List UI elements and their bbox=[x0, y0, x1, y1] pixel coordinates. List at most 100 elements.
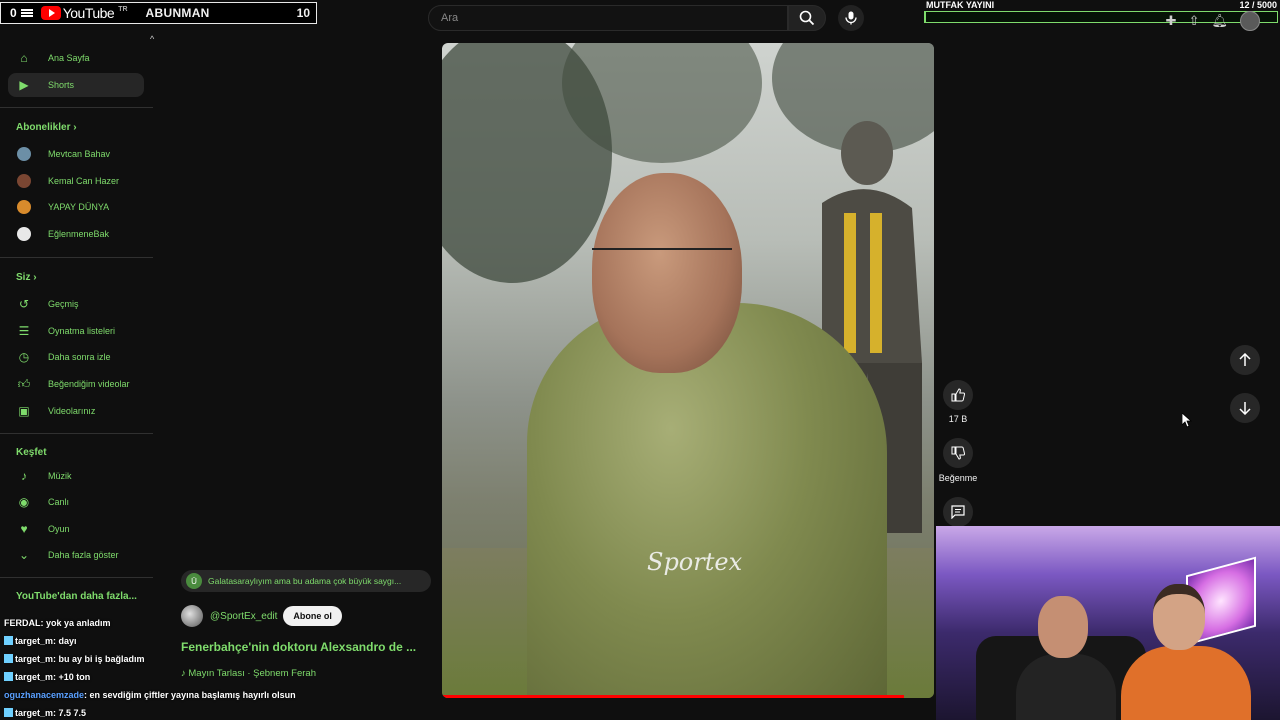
video-subject-glasses bbox=[592, 248, 732, 262]
comments-button[interactable] bbox=[943, 497, 973, 527]
next-short-button[interactable] bbox=[1230, 393, 1260, 423]
short-title[interactable]: Fenerbahçe'nin doktoru Alexsandro de ... bbox=[181, 640, 416, 654]
explore-heading: Keşfet bbox=[16, 447, 47, 458]
chat-text: : dayı bbox=[53, 636, 77, 646]
video-watermark: Sportex bbox=[647, 548, 743, 576]
thumb-up-icon: 👍︎ bbox=[17, 376, 31, 391]
sidebar-item-label: Kemal Can Hazer bbox=[48, 176, 120, 186]
chevron-right-icon: › bbox=[33, 272, 37, 283]
arrow-down-icon bbox=[1239, 402, 1251, 415]
arrow-up-icon bbox=[1239, 353, 1251, 366]
sidebar-item-music[interactable]: ♪ Müzik bbox=[8, 464, 144, 488]
sidebar-item-channel[interactable]: YAPAY DÜNYA bbox=[8, 195, 144, 219]
history-icon: ↺ bbox=[18, 297, 30, 311]
more-from-youtube-heading: YouTube'dan daha fazla... bbox=[16, 591, 137, 602]
sidebar-item-label: Shorts bbox=[48, 80, 75, 90]
chat-message: target_m: 7.5 7.5 bbox=[4, 704, 296, 720]
sidebar-item-home[interactable]: ⌂ Ana Sayfa bbox=[8, 46, 144, 70]
subscriptions-heading[interactable]: Abonelikler › bbox=[16, 122, 77, 133]
search-button[interactable] bbox=[788, 5, 826, 31]
sidebar-item-label: YAPAY DÜNYA bbox=[48, 202, 110, 212]
video-subject-head bbox=[592, 173, 742, 373]
youtube-logo-icon[interactable] bbox=[40, 6, 61, 20]
short-music[interactable]: ♪ Mayın Tarlası · Şebnem Ferah bbox=[181, 668, 316, 679]
chat-badge-icon bbox=[4, 708, 13, 717]
follower-count: 10 bbox=[296, 6, 310, 20]
sidebar-item-label: Videolarınız bbox=[48, 406, 96, 416]
channel-name[interactable]: @SportEx_edit bbox=[210, 611, 277, 622]
voice-search-button[interactable] bbox=[838, 5, 864, 31]
thumb-down-icon bbox=[951, 446, 965, 460]
chat-username: FERDAL bbox=[4, 618, 41, 628]
follower-overlay: 0 YouTube TR ABUNMAN 10 bbox=[0, 2, 317, 24]
youtube-wordmark[interactable]: YouTube bbox=[63, 5, 115, 21]
sidebar-item-label: Canlı bbox=[48, 497, 70, 507]
sidebar-item-history[interactable]: ↺ Geçmiş bbox=[8, 292, 144, 316]
channel-avatar[interactable] bbox=[181, 605, 203, 627]
dislike-button[interactable] bbox=[943, 438, 973, 468]
chat-username: target_m bbox=[15, 672, 54, 682]
chat-text: : yok ya anladım bbox=[40, 618, 111, 628]
sidebar-item-gaming[interactable]: ♥ Oyun bbox=[8, 517, 144, 541]
chat-username: target_m bbox=[15, 636, 54, 646]
collapse-caret-icon[interactable]: ^ bbox=[150, 34, 154, 44]
sidebar-item-liked-videos[interactable]: 👍︎ Beğendiğim videolar bbox=[8, 372, 144, 396]
chat-text: : en sevdiğim çiftler yayına başlamış ha… bbox=[84, 690, 296, 700]
sidebar-item-shorts[interactable]: ▶ Shorts bbox=[8, 73, 144, 97]
counter-left: 0 bbox=[10, 6, 17, 20]
sidebar-item-show-more[interactable]: ⌄ Daha fazla göster bbox=[8, 543, 144, 567]
sidebar-item-channel[interactable]: EğlenmeneBak bbox=[8, 222, 144, 246]
sidebar-divider bbox=[0, 257, 153, 258]
sidebar-divider bbox=[0, 433, 153, 434]
top-comment-text: Galatasaraylıyım ama bu adama çok büyük … bbox=[208, 576, 402, 586]
chat-message: oguzhanacemzade: en sevdiğim çiftler yay… bbox=[4, 686, 296, 704]
video-progress-bar[interactable] bbox=[442, 695, 905, 698]
goal-progress-fill bbox=[925, 12, 926, 22]
like-button[interactable] bbox=[943, 380, 973, 410]
channel-avatar bbox=[17, 227, 31, 241]
video-icon: ▣ bbox=[18, 404, 30, 418]
live-icon: ◉ bbox=[18, 495, 30, 509]
chat-text: : 7.5 7.5 bbox=[53, 708, 87, 718]
shorts-icon: ▶ bbox=[19, 78, 29, 92]
sidebar-item-label: Daha sonra izle bbox=[48, 352, 111, 362]
sidebar-item-live[interactable]: ◉ Canlı bbox=[8, 490, 144, 514]
chat-badge-icon bbox=[4, 672, 13, 681]
gaming-icon: ♥ bbox=[20, 522, 28, 536]
search-input[interactable]: Ara bbox=[428, 5, 788, 31]
search-icon bbox=[799, 10, 815, 26]
sidebar-item-label: Ana Sayfa bbox=[48, 53, 90, 63]
commenter-avatar: Ü bbox=[186, 573, 202, 589]
stream-chat: FERDAL: yok ya anladım target_m: dayı targ… bbox=[4, 614, 296, 720]
chat-text: : bu ay bi iş bağladım bbox=[53, 654, 145, 664]
account-avatar[interactable] bbox=[1240, 11, 1260, 31]
masthead-icons: ✚ ⇧ 🔔︎ bbox=[1166, 11, 1260, 31]
sidebar-item-watch-later[interactable]: ◷ Daha sonra izle bbox=[8, 345, 144, 369]
sidebar-divider bbox=[0, 577, 153, 578]
channel-row: @SportEx_edit Abone ol bbox=[181, 605, 342, 627]
chat-username: target_m bbox=[15, 708, 54, 718]
sidebar-item-label: Geçmiş bbox=[48, 299, 79, 309]
chat-username: target_m bbox=[15, 654, 54, 664]
chat-text: : +10 ton bbox=[53, 672, 91, 682]
hamburger-menu-icon[interactable] bbox=[20, 9, 33, 17]
home-icon: ⌂ bbox=[20, 51, 28, 65]
streamer-right bbox=[1121, 584, 1251, 720]
subscribe-button[interactable]: Abone ol bbox=[283, 606, 342, 626]
video-subject-jacket bbox=[527, 303, 887, 698]
goal-title: MUTFAK YAYINI bbox=[926, 0, 995, 10]
short-video-player[interactable]: Sportex bbox=[442, 43, 934, 698]
clock-icon: ◷ bbox=[18, 350, 30, 364]
sidebar-item-channel[interactable]: Kemal Can Hazer bbox=[8, 169, 144, 193]
you-heading[interactable]: Siz › bbox=[16, 272, 37, 283]
upload-icon[interactable]: ⇧ bbox=[1189, 13, 1200, 29]
sidebar-item-your-videos[interactable]: ▣ Videolarınız bbox=[8, 399, 144, 423]
sidebar-item-label: Müzik bbox=[48, 471, 72, 481]
sidebar-item-channel[interactable]: Mevtcan Bahav bbox=[8, 142, 144, 166]
sidebar-item-playlists[interactable]: ☰ Oynatma listeleri bbox=[8, 319, 144, 343]
notifications-icon[interactable]: 🔔︎ bbox=[1211, 13, 1228, 29]
create-icon[interactable]: ✚ bbox=[1166, 13, 1177, 29]
previous-short-button[interactable] bbox=[1230, 345, 1260, 375]
thumb-up-icon bbox=[951, 388, 965, 402]
top-comment-pill[interactable]: Ü Galatasaraylıyım ama bu adama çok büyü… bbox=[181, 570, 431, 592]
